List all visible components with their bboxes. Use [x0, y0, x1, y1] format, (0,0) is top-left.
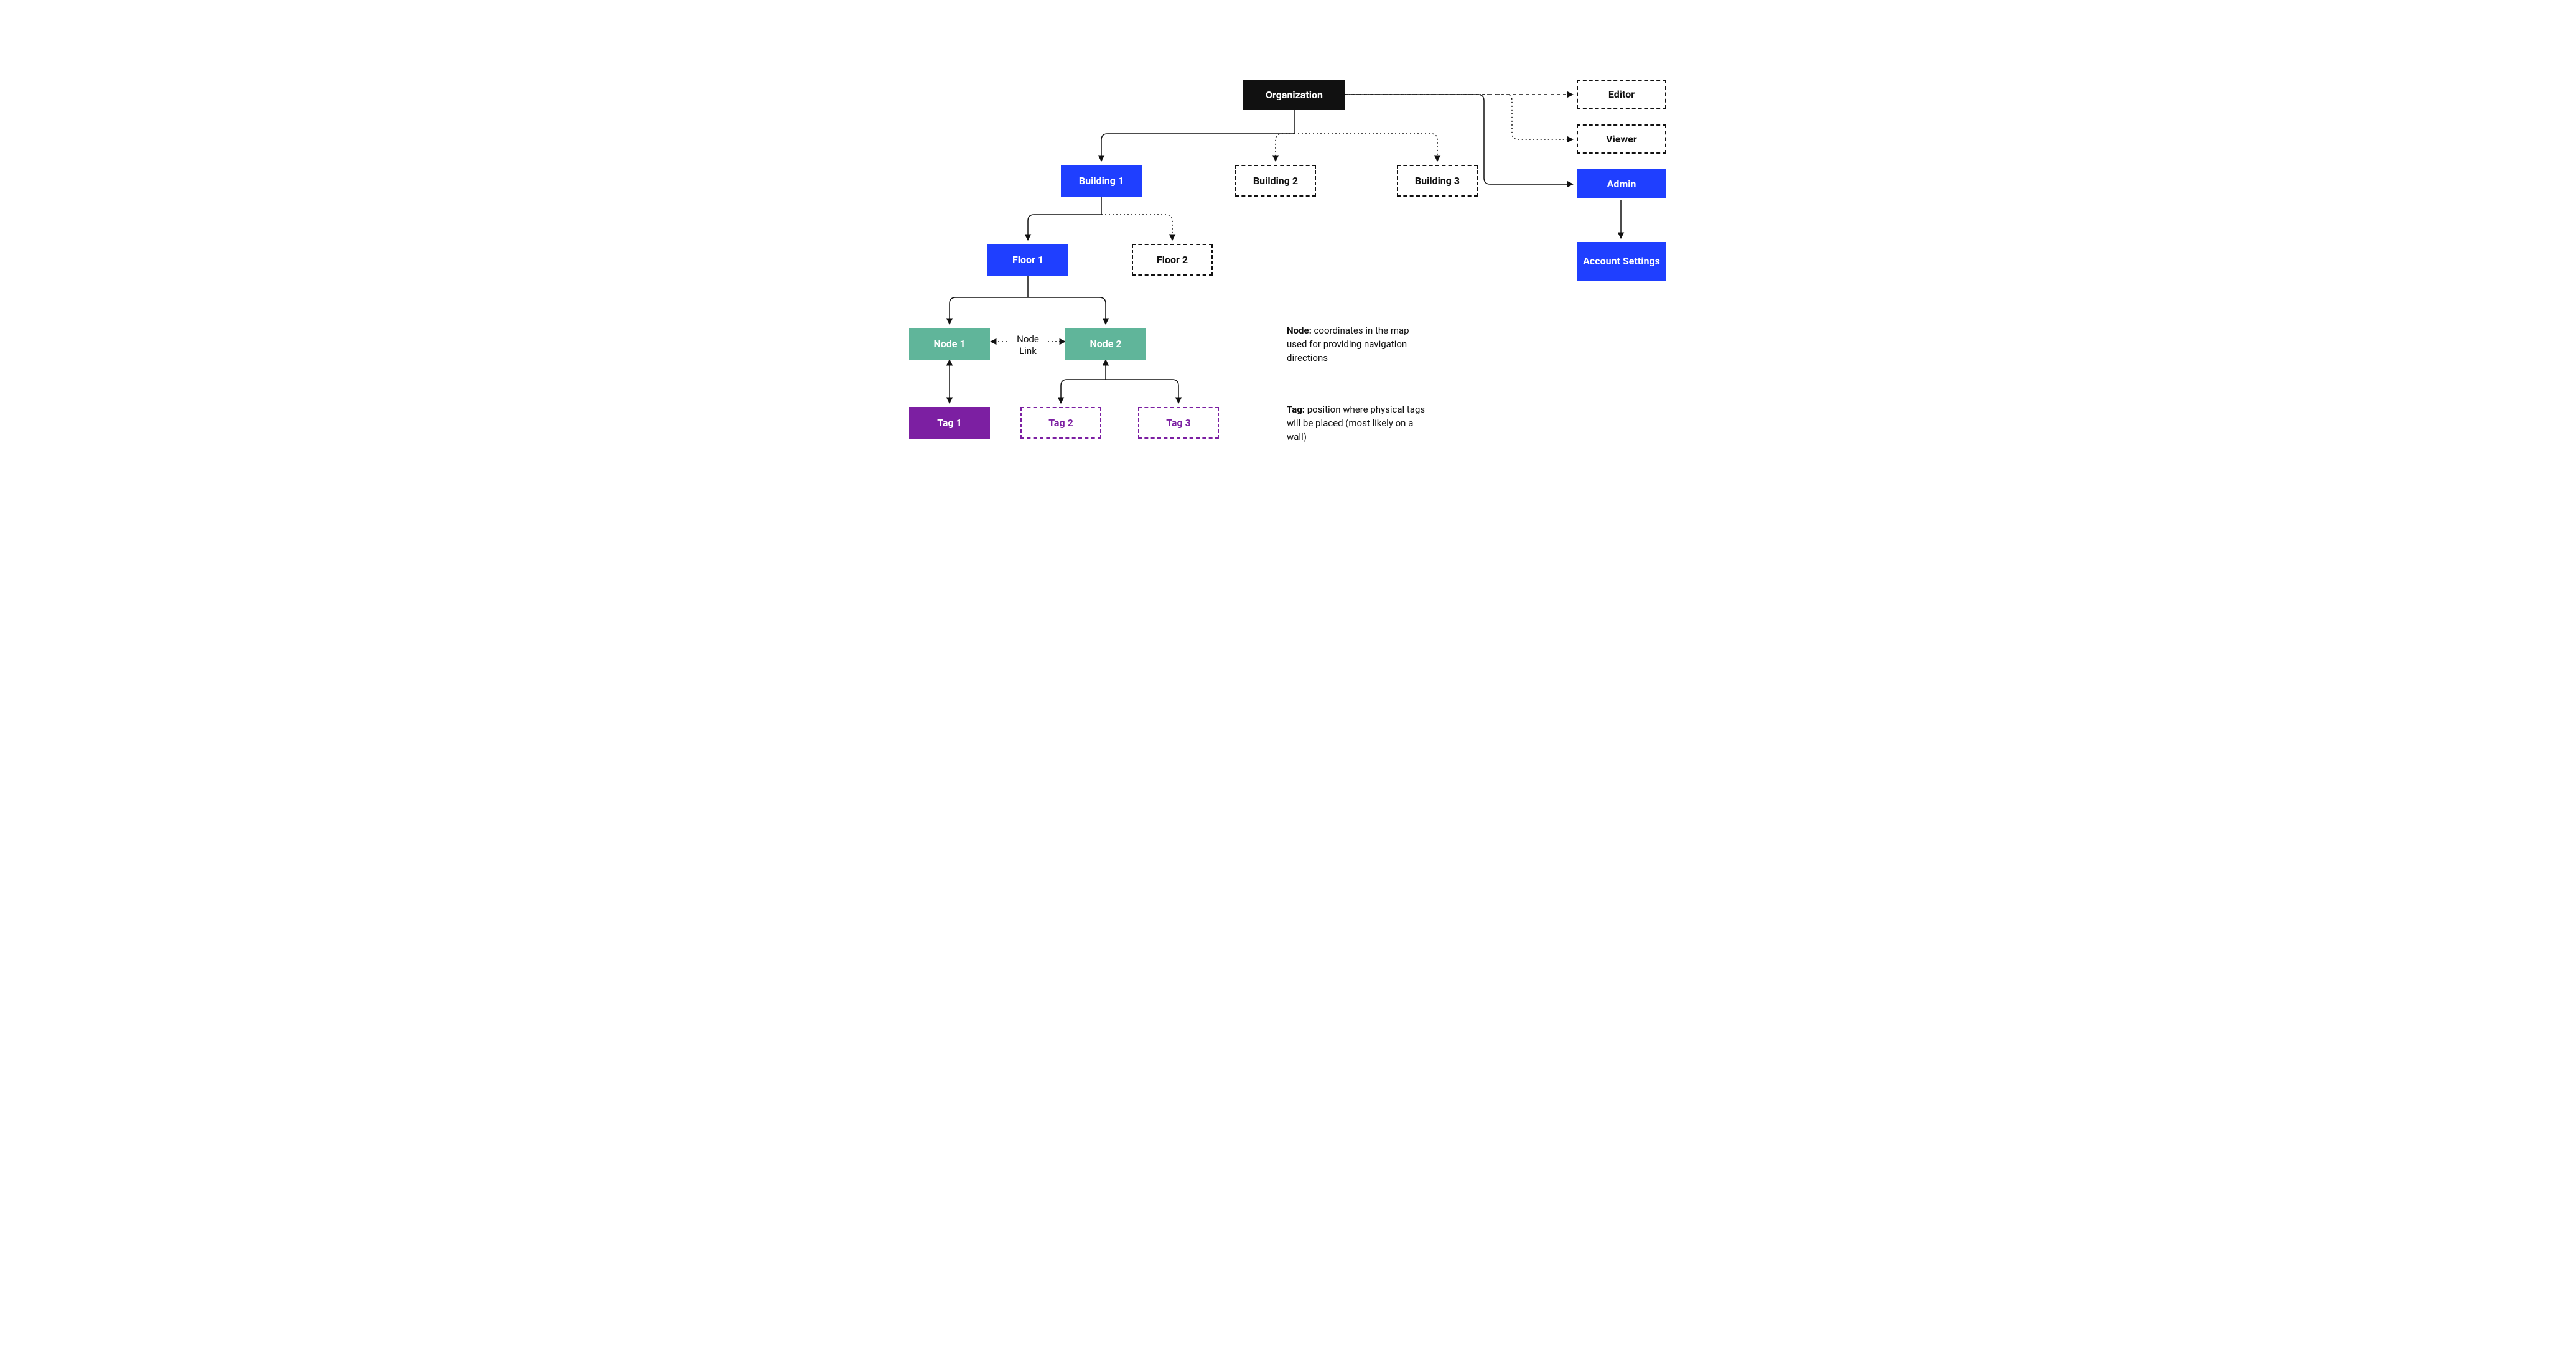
node-organization: Organization [1243, 80, 1345, 110]
node-label: Node 1 [933, 338, 965, 350]
node-tag-1: Tag 1 [909, 407, 990, 439]
node-editor: Editor [1577, 80, 1666, 109]
node-admin: Admin [1577, 169, 1666, 198]
node-label: Floor 2 [1157, 254, 1188, 266]
node-label: Building 3 [1415, 175, 1460, 187]
node-label: Tag 2 [1048, 417, 1073, 429]
definition-text: position where physical tags will be pla… [1287, 404, 1425, 442]
node-label: Editor [1608, 88, 1635, 100]
node-floor-1: Floor 1 [987, 244, 1068, 276]
diagram-canvas: Organization Building 1 Building 2 Build… [821, 0, 1755, 492]
node-building-1: Building 1 [1061, 165, 1142, 197]
node-label: Building 2 [1253, 175, 1298, 187]
node-label: Viewer [1606, 133, 1637, 145]
node-node-2: Node 2 [1065, 328, 1146, 360]
node-building-2: Building 2 [1235, 165, 1316, 197]
node-building-3: Building 3 [1397, 165, 1478, 197]
definition-tag: Tag: position where physical tags will b… [1287, 403, 1430, 444]
node-label: Tag 1 [937, 417, 962, 429]
node-tag-3: Tag 3 [1138, 407, 1219, 439]
node-viewer: Viewer [1577, 124, 1666, 154]
node-floor-2: Floor 2 [1132, 244, 1213, 276]
label-text: Node Link [1017, 334, 1039, 357]
node-label: Organization [1266, 89, 1323, 101]
node-account-settings: Account Settings [1577, 242, 1666, 281]
node-label: Node 2 [1090, 338, 1121, 350]
definition-label: Node: [1287, 325, 1312, 336]
node-label: Account Settings [1583, 255, 1660, 267]
node-label: Tag 3 [1166, 417, 1191, 429]
node-label: Floor 1 [1012, 254, 1043, 266]
label-node-link: Node Link [1008, 334, 1048, 357]
node-label: Admin [1607, 178, 1636, 190]
definition-node: Node: coordinates in the map used for pr… [1287, 324, 1430, 365]
node-label: Building 1 [1079, 175, 1124, 187]
definition-label: Tag: [1287, 404, 1305, 415]
node-node-1: Node 1 [909, 328, 990, 360]
node-tag-2: Tag 2 [1020, 407, 1101, 439]
